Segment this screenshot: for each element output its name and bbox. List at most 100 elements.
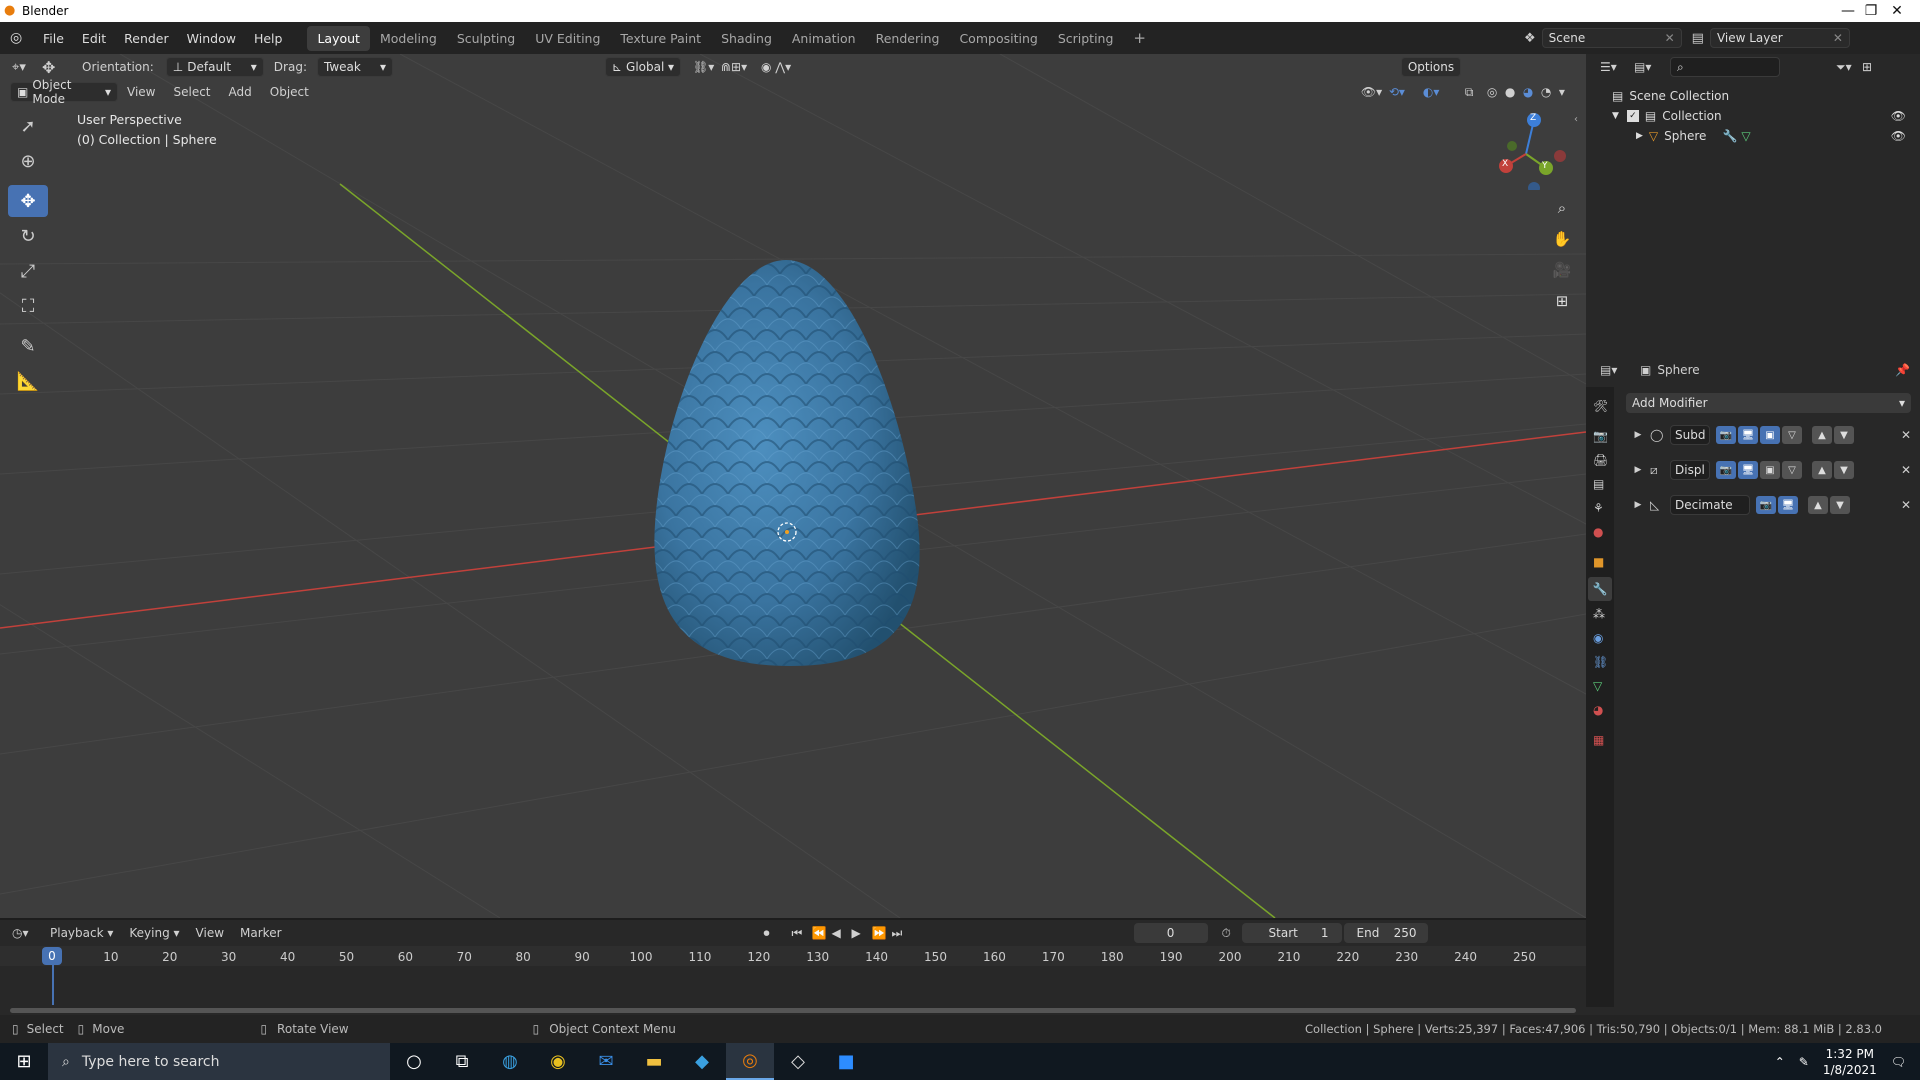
visibility-icon[interactable]: 👁▾	[1361, 85, 1389, 99]
rendered-shading-icon[interactable]: ◔	[1541, 85, 1559, 99]
move-down-icon[interactable]: ▼	[1834, 426, 1854, 444]
play-icon[interactable]: ▶	[852, 926, 872, 940]
view-layer-tab-icon[interactable]: ▤	[1593, 477, 1604, 491]
render-tab-icon[interactable]: 📷	[1593, 429, 1608, 443]
tab-sculpting[interactable]: Sculpting	[447, 26, 525, 51]
viewport-toggle-icon[interactable]: 🖥	[1738, 426, 1758, 444]
stopwatch-icon[interactable]: ⏱	[1222, 926, 1242, 941]
tab-texture-paint[interactable]: Texture Paint	[610, 26, 711, 51]
move-down-icon[interactable]: ▼	[1834, 461, 1854, 479]
tab-modeling[interactable]: Modeling	[370, 26, 447, 51]
taskbar-search-box[interactable]: ⌕ Type here to search	[48, 1043, 390, 1080]
menu-marker[interactable]: Marker	[232, 926, 289, 940]
cage-toggle-icon[interactable]: ▽	[1782, 461, 1802, 479]
tab-compositing[interactable]: Compositing	[949, 26, 1047, 51]
record-icon[interactable]: ⏺	[764, 926, 792, 941]
start-frame-field[interactable]: Start 1	[1241, 923, 1342, 943]
playhead[interactable]: 0	[42, 947, 62, 965]
zoom-app-icon[interactable]: ■	[822, 1043, 870, 1080]
snap-icon[interactable]: ⋒⊞▾	[721, 60, 761, 74]
tool-tab-icon[interactable]: 🛠	[1593, 399, 1608, 413]
tray-chevron-icon[interactable]: ⌃	[1775, 1055, 1785, 1069]
pen-icon[interactable]: ✎	[1799, 1055, 1809, 1069]
expand-arrow-icon[interactable]: ▶	[1626, 465, 1650, 475]
material-tab-icon[interactable]: ◕	[1593, 703, 1603, 717]
task-view-icon[interactable]: ⧉	[438, 1043, 486, 1080]
menu-help[interactable]: Help	[245, 31, 292, 46]
outliner-editor-icon[interactable]: ☰▾	[1600, 60, 1634, 74]
gizmo-toggle-icon[interactable]: ⟲▾	[1389, 85, 1423, 99]
mail-icon[interactable]: ✉	[582, 1043, 630, 1080]
prev-keyframe-icon[interactable]: ⏪	[812, 926, 832, 940]
move-up-icon[interactable]: ▲	[1808, 496, 1828, 514]
drag-dropdown[interactable]: Tweak ▾	[316, 57, 393, 77]
output-tab-icon[interactable]: 🖨	[1593, 453, 1608, 467]
zoom-icon[interactable]: ⌕	[1549, 195, 1575, 221]
outliner-row-collection[interactable]: ▼ ✓ ▤ Collection 👁	[1586, 106, 1920, 126]
mode-dropdown[interactable]: ▣ Object Mode ▾	[10, 78, 118, 106]
menu-add[interactable]: Add	[220, 85, 261, 99]
viewport-toggle-icon[interactable]: 🖥	[1778, 496, 1798, 514]
current-frame-field[interactable]: 0	[1133, 923, 1208, 943]
tab-scripting[interactable]: Scripting	[1048, 26, 1124, 51]
expand-arrow-icon[interactable]: ▶	[1636, 131, 1643, 141]
chrome-icon[interactable]: ◉	[534, 1043, 582, 1080]
menu-timeline-view[interactable]: View	[188, 926, 232, 940]
tab-rendering[interactable]: Rendering	[866, 26, 950, 51]
menu-keying[interactable]: Keying ▾	[121, 926, 187, 940]
modifier-tab-icon[interactable]: 🔧	[1588, 577, 1612, 601]
constraints-tab-icon[interactable]: ⛓	[1593, 655, 1608, 669]
display-mode-icon[interactable]: ▤▾	[1634, 60, 1670, 74]
editmode-toggle-icon[interactable]: ▣	[1760, 426, 1780, 444]
transform-tool-icon[interactable]: ⛶	[8, 290, 48, 322]
outliner-row-scene-collection[interactable]: ▤ Scene Collection	[1586, 86, 1920, 106]
scene-icon[interactable]: ❖	[1524, 31, 1536, 46]
cage-toggle-icon[interactable]: ▽	[1782, 426, 1802, 444]
filter-icon[interactable]: ⏷▾	[1836, 60, 1858, 75]
clock[interactable]: 1:32 PM 1/8/2021	[1823, 1046, 1877, 1078]
jump-start-icon[interactable]: ⏮	[792, 926, 812, 941]
navigation-gizmo[interactable]: Z Y X	[1486, 110, 1566, 194]
outliner-row-sphere[interactable]: ▶ ▽ Sphere 🔧 ▽ 👁	[1586, 126, 1920, 146]
play-reverse-icon[interactable]: ◀	[832, 926, 852, 940]
tab-layout[interactable]: Layout	[307, 25, 370, 51]
new-collection-icon[interactable]: ⊞	[1862, 60, 1872, 74]
render-toggle-icon[interactable]: 📷	[1716, 426, 1736, 444]
modifier-name-field[interactable]: Decimate	[1670, 495, 1750, 515]
scale-tool-icon[interactable]: ⤢	[8, 255, 48, 287]
expand-arrow-icon[interactable]: ▼	[1612, 111, 1619, 121]
move-tool-icon[interactable]: ✥	[8, 185, 48, 217]
expand-arrow-icon[interactable]: ▶	[1626, 430, 1650, 440]
menu-render[interactable]: Render	[115, 31, 178, 46]
menu-select[interactable]: Select	[164, 85, 219, 99]
pivot-point-icon[interactable]: ⛓▾	[693, 60, 721, 74]
overlays-icon[interactable]: ◐▾	[1423, 85, 1465, 99]
eye-icon[interactable]: 👁	[1891, 129, 1906, 143]
tab-uv-editing[interactable]: UV Editing	[525, 26, 610, 51]
add-modifier-dropdown[interactable]: Add Modifier ▾	[1626, 393, 1911, 413]
frame-ruler[interactable]: 10 20 30 40 50 60 70 80 90 100 110 120 130 140 150 160 1…	[0, 946, 1586, 966]
solid-shading-icon[interactable]: ●	[1505, 85, 1523, 99]
proportional-edit-icon[interactable]: ◉ ⋀▾	[761, 60, 807, 74]
options-dropdown[interactable]: Options	[1400, 57, 1461, 77]
editor-type-icon[interactable]: ⌖▾	[12, 60, 42, 75]
sidebar-toggle-icon[interactable]: ‹	[1574, 114, 1578, 125]
wireframe-shading-icon[interactable]: ◎	[1487, 85, 1505, 99]
menu-object[interactable]: Object	[261, 85, 318, 99]
timeline-editor-icon[interactable]: ◷▾	[12, 926, 42, 940]
eye-icon[interactable]: 👁	[1891, 109, 1906, 123]
remove-modifier-icon[interactable]: ✕	[1901, 428, 1911, 442]
menu-window[interactable]: Window	[178, 31, 245, 46]
menu-view[interactable]: View	[118, 85, 164, 99]
move-down-icon[interactable]: ▼	[1830, 496, 1850, 514]
menu-playback[interactable]: Playback ▾	[42, 926, 121, 940]
modifier-name-field[interactable]: Subd	[1670, 425, 1710, 445]
viewport-toggle-icon[interactable]: 🖥	[1738, 461, 1758, 479]
remove-modifier-icon[interactable]: ✕	[1901, 463, 1911, 477]
viewport-scene[interactable]	[0, 54, 1586, 918]
windows-start-icon[interactable]: ⊞	[0, 1043, 48, 1080]
orientation-dropdown[interactable]: ⊥ Default ▾	[165, 57, 264, 77]
roblox-icon[interactable]: ◇	[774, 1043, 822, 1080]
physics-tab-icon[interactable]: ◉	[1593, 631, 1603, 645]
material-shading-icon[interactable]: ◕	[1523, 85, 1541, 99]
